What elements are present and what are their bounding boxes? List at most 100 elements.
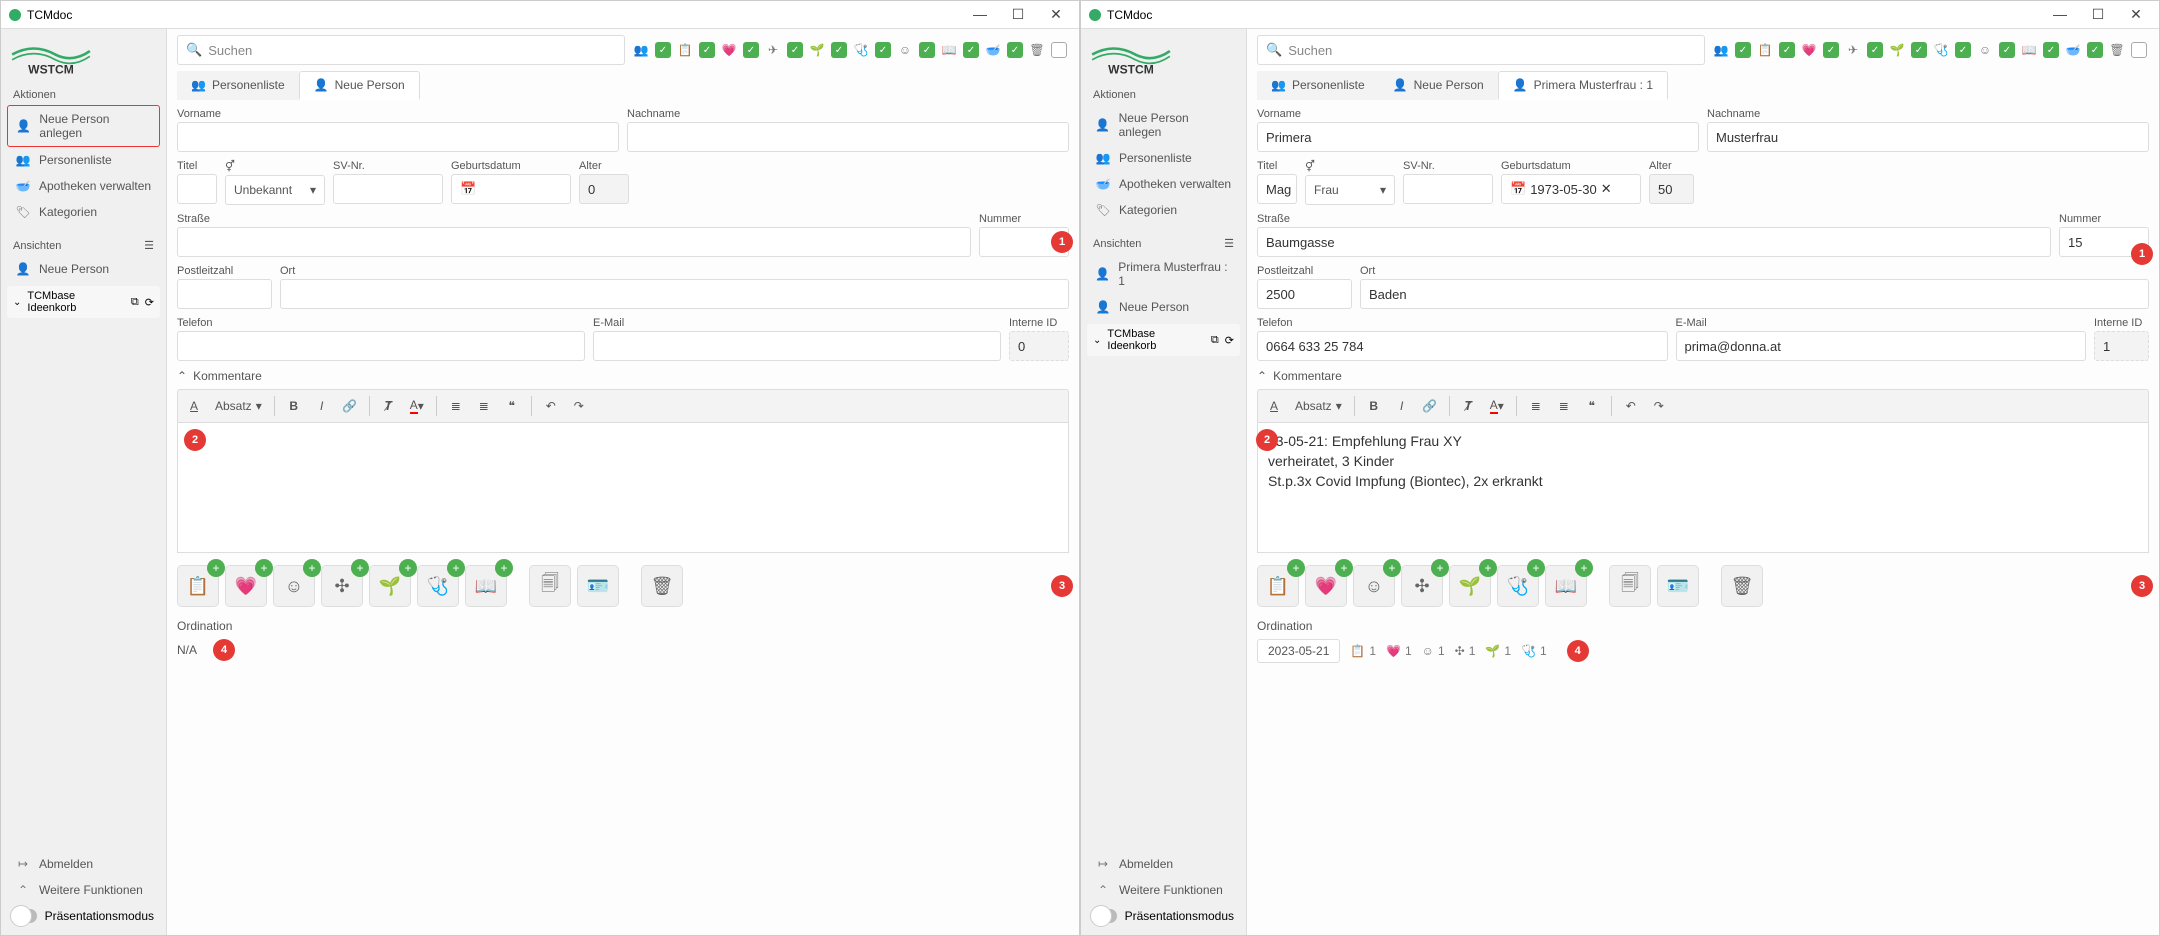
filter-check[interactable]: ✓ [961, 35, 981, 65]
sidebar-item-kategorien[interactable]: 🏷Kategorien [1087, 197, 1240, 223]
search-input[interactable]: 🔍 Suchen [1257, 35, 1705, 65]
filter-heart-icon[interactable]: 💗 [719, 35, 739, 65]
tab-personenliste[interactable]: 👥Personenliste [1257, 71, 1379, 100]
ord-stat-plant[interactable]: 🌱1 [1485, 644, 1511, 658]
filter-book-icon[interactable]: 📖 [2019, 35, 2039, 65]
input-nachname[interactable] [627, 122, 1069, 152]
filter-plant-icon[interactable]: 🌱 [807, 35, 827, 65]
bullet-list-button[interactable]: ≣ [443, 393, 469, 419]
tab-personenliste[interactable]: 👥Personenliste [177, 71, 299, 100]
input-email[interactable]: prima@donna.at [1676, 331, 2087, 361]
input-ort[interactable]: Baden [1360, 279, 2149, 309]
input-vorname[interactable]: Primera [1257, 122, 1699, 152]
input-svnr[interactable] [333, 174, 443, 204]
italic-button[interactable]: I [1389, 393, 1415, 419]
action-delete[interactable]: 🗑 [1721, 565, 1763, 607]
window-maximize[interactable]: ☐ [2083, 6, 2113, 23]
tab-neue-person[interactable]: 👤Neue Person [299, 71, 420, 100]
window-close[interactable]: ✕ [1041, 6, 1071, 23]
input-plz[interactable] [177, 279, 272, 309]
toggle-switch[interactable] [13, 909, 37, 923]
filter-check[interactable]: ✓ [829, 35, 849, 65]
search-input[interactable]: 🔍 Suchen [177, 35, 625, 65]
editor-body[interactable]: 2 23-05-21: Empfehlung Frau XY verheirat… [1257, 423, 2149, 553]
sidebar-item-abmelden[interactable]: ↦Abmelden [1087, 851, 1240, 877]
clear-format-button[interactable]: 𝑻̸ [1456, 393, 1482, 419]
sidebar-item-weitere[interactable]: ⌃Weitere Funktionen [1087, 877, 1240, 903]
ordination-date[interactable]: 2023-05-21 [1257, 639, 1340, 663]
input-geburtsdatum[interactable]: 📅 [451, 174, 571, 204]
sidebar-item-abmelden[interactable]: ↦Abmelden [7, 851, 160, 877]
bullet-list-button[interactable]: ≣ [1523, 393, 1549, 419]
filter-check[interactable]: ✓ [1777, 35, 1797, 65]
sidebar-item-primera[interactable]: 👤Primera Musterfrau : 1 [1087, 254, 1240, 294]
filter-book-icon[interactable]: 📖 [939, 35, 959, 65]
filter-check[interactable]: ✓ [1997, 35, 2017, 65]
kommentare-header[interactable]: ⌃Kommentare [177, 369, 1069, 383]
input-vorname[interactable] [177, 122, 619, 152]
paragraph-select[interactable]: Absatz▾ [1289, 393, 1348, 419]
input-plz[interactable]: 2500 [1257, 279, 1352, 309]
sidebar-item-personenliste[interactable]: 👥Personenliste [1087, 145, 1240, 171]
action-heart[interactable]: 💗+ [1305, 565, 1347, 607]
action-clipboard[interactable]: 📋+ [177, 565, 219, 607]
external-link-icon[interactable]: ⧉ [131, 296, 139, 309]
filter-steth-icon[interactable]: 🩺 [1931, 35, 1951, 65]
sidebar-item-neue-person-view[interactable]: 👤Neue Person [1087, 294, 1240, 320]
window-close[interactable]: ✕ [2121, 6, 2151, 23]
undo-button[interactable]: ↶ [1618, 393, 1644, 419]
action-plant[interactable]: 🌱+ [1449, 565, 1491, 607]
bold-button[interactable]: B [281, 393, 307, 419]
menu-icon[interactable]: ☰ [144, 239, 154, 252]
filter-check[interactable]: ✓ [2085, 35, 2105, 65]
filter-people-icon[interactable]: 👥 [1711, 35, 1731, 65]
input-telefon[interactable]: 0664 633 25 784 [1257, 331, 1668, 361]
sidebar-item-personenliste[interactable]: 👥Personenliste [7, 147, 160, 173]
sidebar-item-apotheken[interactable]: 🥣Apotheken verwalten [7, 173, 160, 199]
action-id[interactable]: 🪪 [1657, 565, 1699, 607]
filter-check[interactable]: ✓ [1821, 35, 1841, 65]
ideenkorb-row[interactable]: ⌄ TCMbase Ideenkorb ⧉⟳ [7, 286, 160, 318]
action-steth[interactable]: 🩺+ [1497, 565, 1539, 607]
action-smile[interactable]: ☺+ [1353, 565, 1395, 607]
redo-button[interactable]: ↷ [1646, 393, 1672, 419]
filter-mortar-icon[interactable]: 🥣 [2063, 35, 2083, 65]
window-maximize[interactable]: ☐ [1003, 6, 1033, 23]
action-id[interactable]: 🪪 [577, 565, 619, 607]
filter-check[interactable]: ✓ [1005, 35, 1025, 65]
external-link-icon[interactable]: ⧉ [1211, 334, 1219, 347]
input-nachname[interactable]: Musterfrau [1707, 122, 2149, 152]
kommentare-header[interactable]: ⌃Kommentare [1257, 369, 2149, 383]
tab-neue-person[interactable]: 👤Neue Person [1379, 71, 1498, 100]
tab-primera[interactable]: 👤Primera Musterfrau : 1 [1498, 71, 1668, 100]
filter-trash-icon[interactable]: 🗑 [1027, 35, 1047, 65]
quote-button[interactable]: ❝ [499, 393, 525, 419]
quote-button[interactable]: ❝ [1579, 393, 1605, 419]
filter-check[interactable]: ✓ [1733, 35, 1753, 65]
filter-check[interactable]: ✓ [741, 35, 761, 65]
filter-plant-icon[interactable]: 🌱 [1887, 35, 1907, 65]
input-titel[interactable] [177, 174, 217, 204]
text-color-button[interactable]: A▾ [404, 393, 430, 419]
bold-button[interactable]: B [1361, 393, 1387, 419]
action-share[interactable]: ✣+ [1401, 565, 1443, 607]
input-email[interactable] [593, 331, 1001, 361]
filter-clipboard-icon[interactable]: 📋 [675, 35, 695, 65]
ord-stat-steth[interactable]: 🩺1 [1521, 644, 1547, 658]
filter-mortar-icon[interactable]: 🥣 [983, 35, 1003, 65]
redo-button[interactable]: ↷ [566, 393, 592, 419]
action-smile[interactable]: ☺+ [273, 565, 315, 607]
action-copy[interactable]: 🗐 [529, 565, 571, 607]
input-strasse[interactable] [177, 227, 971, 257]
menu-icon[interactable]: ☰ [1224, 237, 1234, 250]
select-gender[interactable]: Unbekannt▾ [225, 175, 325, 205]
filter-send-icon[interactable]: ✈ [763, 35, 783, 65]
filter-check[interactable]: ✓ [917, 35, 937, 65]
presentation-toggle[interactable]: Präsentationsmodus [1087, 903, 1240, 929]
filter-check[interactable]: ✓ [1865, 35, 1885, 65]
filter-trash-icon[interactable]: 🗑 [2107, 35, 2127, 65]
input-titel[interactable]: Mag [1257, 174, 1297, 204]
filter-check[interactable]: ✓ [1909, 35, 1929, 65]
action-plant[interactable]: 🌱+ [369, 565, 411, 607]
link-button[interactable]: 🔗 [1417, 393, 1443, 419]
